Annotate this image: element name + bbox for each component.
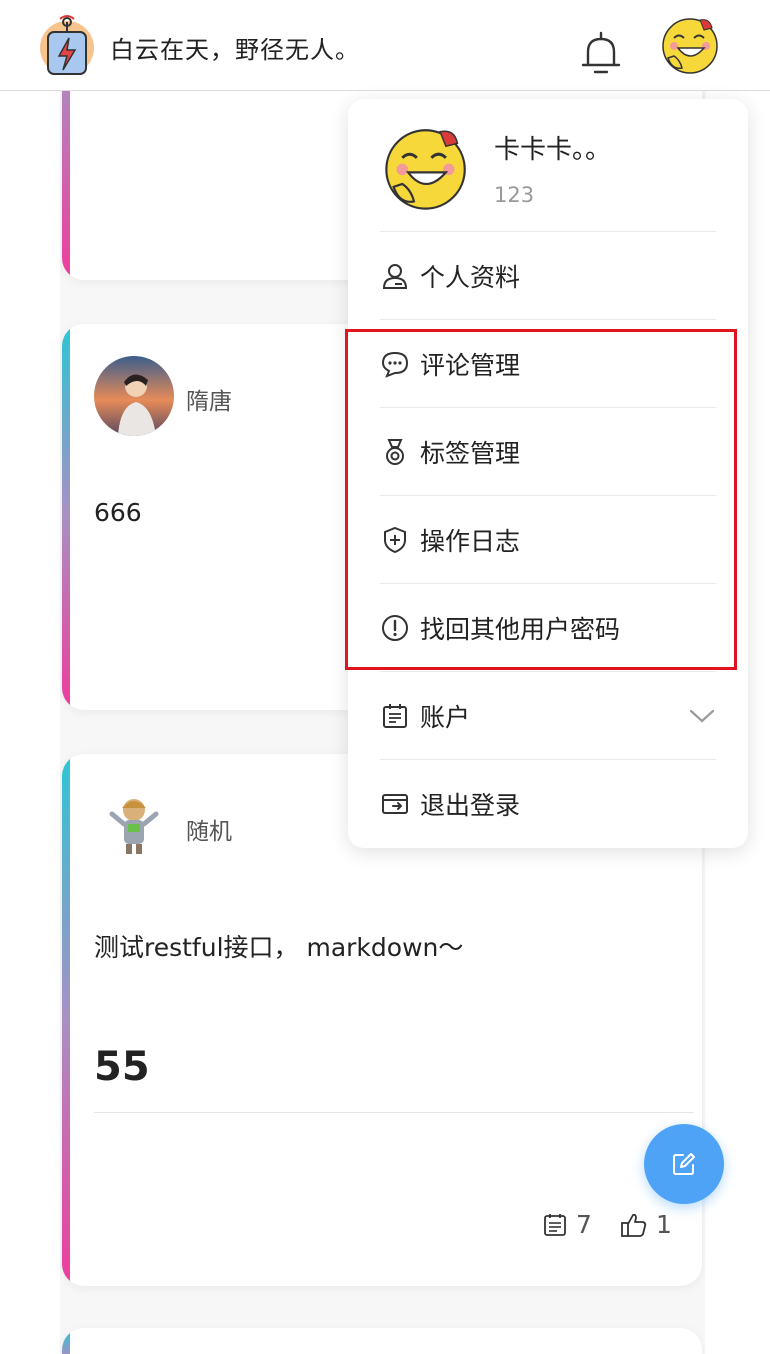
top-header: 白云在天，野径无人。 bbox=[0, 0, 770, 91]
menu-item-label: 退出登录 bbox=[420, 791, 521, 820]
like-count[interactable]: 1 bbox=[620, 1210, 672, 1239]
user-avatar[interactable] bbox=[660, 14, 722, 76]
content-divider bbox=[94, 1112, 694, 1113]
author-avatar[interactable] bbox=[94, 356, 174, 436]
menu-item-label: 评论管理 bbox=[420, 351, 521, 380]
chat-bubble-icon bbox=[380, 349, 410, 379]
app-logo[interactable] bbox=[38, 14, 96, 78]
thumbs-up-icon bbox=[621, 1213, 647, 1237]
like-count-value: 1 bbox=[656, 1210, 672, 1239]
exclamation-circle-icon bbox=[380, 613, 410, 643]
menu-item-account[interactable]: 账户 bbox=[380, 672, 716, 760]
menu-item-label: 标签管理 bbox=[420, 439, 521, 468]
post-content: 666 bbox=[94, 498, 142, 527]
edit-icon bbox=[673, 1153, 695, 1175]
menu-item-operation-log[interactable]: 操作日志 bbox=[380, 496, 716, 584]
medal-icon bbox=[380, 437, 410, 467]
comment-count[interactable]: 7 bbox=[542, 1210, 592, 1239]
logout-icon bbox=[380, 789, 410, 819]
calendar-icon bbox=[380, 701, 410, 731]
site-title: 白云在天，野径无人。 bbox=[110, 36, 360, 64]
menu-item-tag-management[interactable]: 标签管理 bbox=[380, 408, 716, 496]
dropdown-avatar bbox=[385, 129, 466, 210]
menu-item-label: 操作日志 bbox=[420, 527, 521, 556]
menu-item-comment-management[interactable]: 评论管理 bbox=[380, 320, 716, 408]
author-name[interactable]: 隋唐 bbox=[186, 382, 232, 416]
dropdown-user-id: 123 bbox=[494, 183, 535, 207]
menu-item-profile[interactable]: 个人资料 bbox=[380, 232, 716, 320]
bell-icon[interactable] bbox=[578, 30, 624, 76]
post-card[interactable] bbox=[62, 1328, 702, 1354]
author-avatar[interactable] bbox=[94, 786, 174, 866]
dropdown-username: 卡卡卡。。 bbox=[494, 135, 612, 165]
chevron-down-icon[interactable] bbox=[688, 704, 716, 728]
menu-item-label: 个人资料 bbox=[420, 263, 521, 292]
menu-item-logout[interactable]: 退出登录 bbox=[380, 760, 716, 848]
comment-count-value: 7 bbox=[576, 1210, 592, 1239]
post-heading: 55 bbox=[94, 1044, 150, 1090]
user-icon bbox=[380, 261, 410, 291]
compose-button[interactable] bbox=[644, 1124, 724, 1204]
comment-list-icon bbox=[544, 1213, 566, 1236]
author-name[interactable]: 随机 bbox=[186, 812, 232, 846]
menu-item-label: 账户 bbox=[420, 703, 471, 732]
menu-item-recover-password[interactable]: 找回其他用户密码 bbox=[380, 584, 716, 672]
shield-plus-icon bbox=[380, 525, 410, 555]
user-dropdown-menu: 卡卡卡。。 123 个人资料 评论管理 标签管理 操作日志 找回其他用户密码 账… bbox=[348, 99, 748, 848]
post-content: 测试restful接口， markdown～ bbox=[94, 933, 464, 962]
menu-item-label: 找回其他用户密码 bbox=[420, 615, 621, 644]
